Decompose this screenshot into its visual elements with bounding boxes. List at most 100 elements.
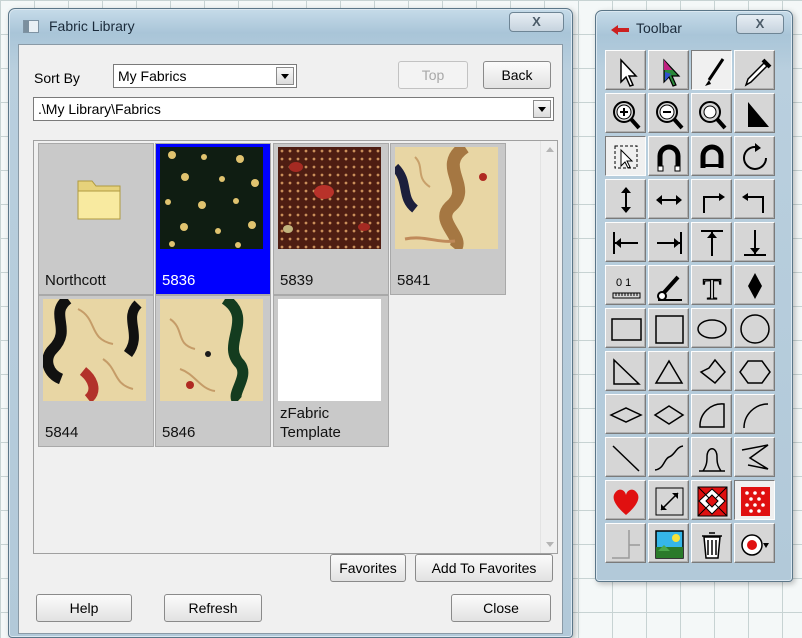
rotate-tool-button[interactable] [734,136,775,176]
turn-left-tool-button[interactable] [734,179,775,219]
triangle-icon [654,359,684,384]
align-bottom-tool-button[interactable] [734,222,775,262]
fabric-item-northcott[interactable]: Northcott [38,143,154,295]
align-bottom-icon [744,230,766,256]
eyedropper-icon [744,58,772,87]
text-tool-button[interactable]: T [691,265,732,305]
fabric-item-5846[interactable]: 5846 [155,295,271,447]
zoom-in-tool-button[interactable] [605,93,646,133]
diamond-tool-button[interactable] [734,265,775,305]
magnet-tool-button[interactable] [648,136,689,176]
select-arrow-icon [748,102,769,127]
select-arrow-tool-button[interactable] [734,93,775,133]
turn-right-tool-button[interactable] [691,179,732,219]
line-tool-button[interactable] [605,437,646,477]
top-button[interactable]: Top [398,61,468,89]
eyedropper-tool-button[interactable] [734,50,775,90]
tile-label: 5841 [397,272,431,289]
circle-tool-button[interactable] [734,308,775,348]
curve-tool-button[interactable] [648,437,689,477]
fabric-item-5844[interactable]: 5844 [38,295,154,447]
hexagon-tool-button[interactable] [734,351,775,391]
fabric-item-5836[interactable]: 5836 [155,143,271,295]
ruler-digits: 0 1 [616,277,631,289]
square-tool-button[interactable] [648,308,689,348]
flip-vertical-tool-button[interactable] [605,179,646,219]
fabric-fill-tool-button[interactable] [734,480,775,520]
right-triangle-tool-button[interactable] [605,351,646,391]
align-top-tool-button[interactable] [691,222,732,262]
fabric-library-titlebar[interactable]: Fabric Library X [9,9,572,43]
diamond-outline-tool-button[interactable] [648,394,689,434]
favorites-button[interactable]: Favorites [330,554,406,582]
fill-options-tool-button[interactable] [734,523,775,563]
align-right-tool-button[interactable] [648,222,689,262]
close-toolbar-button[interactable]: X [736,14,784,34]
zoom-fit-tool-button[interactable] [691,93,732,133]
flip-horizontal-tool-button[interactable] [648,179,689,219]
diamond-icon [748,273,762,299]
picture-tool-button[interactable] [648,523,689,563]
ellipse-tool-button[interactable] [691,308,732,348]
scroll-down-icon[interactable] [546,542,554,547]
quilt-block-icon [697,486,728,517]
vertical-scrollbar[interactable] [540,141,557,553]
add-to-favorites-button[interactable]: Add To Favorites [415,554,553,582]
tile-label: 5839 [280,272,314,289]
fabric-swatch [278,147,381,249]
pointer-tool-button[interactable] [605,50,646,90]
close-window-button[interactable]: X [509,12,564,32]
color-pointer-tool-button[interactable] [648,50,689,90]
ruler-tool-button[interactable]: 0 1 [605,265,646,305]
grid-corner-tool-button[interactable] [605,523,646,563]
color-pointer-icon [663,58,681,87]
trash-tool-button[interactable] [691,523,732,563]
fabric-grid[interactable]: Northcott 5836 5839 5841 5844 5846 zFabr… [33,140,558,554]
fabric-item-5839[interactable]: 5839 [273,143,389,295]
triangle-tool-button[interactable] [648,351,689,391]
help-button[interactable]: Help [36,594,132,622]
picture-icon [655,530,684,559]
curve-icon [654,445,684,471]
knife-icon [657,275,682,301]
path-select[interactable]: .\My Library\Fabrics [33,97,554,121]
chevron-down-icon[interactable] [533,100,551,118]
zoom-out-tool-button[interactable] [648,93,689,133]
turn-left-icon [742,193,764,213]
scroll-up-icon[interactable] [546,147,554,152]
magnet-alt-tool-button[interactable] [691,136,732,176]
diamond-outline-icon [653,405,685,425]
kite-tool-button[interactable] [691,351,732,391]
knife-tool-button[interactable] [648,265,689,305]
fabric-item-zfabric-template[interactable]: zFabric Template [273,295,389,447]
quarter-arc-tool-button[interactable] [691,394,732,434]
chevron-down-icon[interactable] [276,67,294,85]
zigzag-icon [741,444,769,470]
heart-tool-button[interactable] [605,480,646,520]
select-node-tool-button[interactable] [605,136,646,176]
heart-icon [613,489,639,515]
tile-label: 5846 [162,424,196,441]
fabric-item-5841[interactable]: 5841 [390,143,506,295]
sort-by-select[interactable]: My Fabrics [113,64,297,88]
brush-tool-button[interactable] [691,50,732,90]
long-diamond-tool-button[interactable] [605,394,646,434]
toolbar-window: Toolbar X 0 1 T [595,10,793,582]
close-button[interactable]: Close [451,594,551,622]
toolbar-title: Toolbar [636,20,682,36]
fabric-swatch [43,299,146,401]
align-left-tool-button[interactable] [605,222,646,262]
toolbar-titlebar[interactable]: Toolbar X [596,11,792,45]
tile-label: Northcott [45,272,106,289]
arc-tool-button[interactable] [734,394,775,434]
refresh-button[interactable]: Refresh [164,594,262,622]
rectangle-tool-button[interactable] [605,308,646,348]
resize-tool-button[interactable] [648,480,689,520]
quilt-block-tool-button[interactable] [691,480,732,520]
ruler-icon: 0 1 [612,277,641,299]
fabric-fill-icon [741,487,770,516]
loop-tool-button[interactable] [691,437,732,477]
back-button[interactable]: Back [483,61,551,89]
text-tool-glyph: T [703,273,721,303]
zigzag-tool-button[interactable] [734,437,775,477]
